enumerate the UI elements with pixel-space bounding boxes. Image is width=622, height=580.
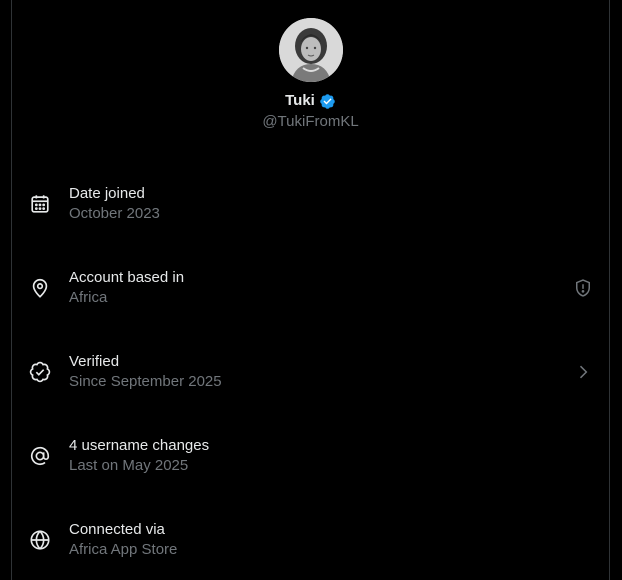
row-connected-via: Connected via Africa App Store xyxy=(12,508,609,572)
row-text: Date joined October 2023 xyxy=(69,184,160,224)
row-username-changes: 4 username changes Last on May 2025 xyxy=(12,424,609,488)
row-subtitle: Since September 2025 xyxy=(69,373,222,390)
row-title: Account based in xyxy=(69,269,185,286)
row-subtitle: October 2023 xyxy=(69,205,160,222)
verified-check-icon xyxy=(29,361,51,383)
calendar-icon xyxy=(29,193,51,215)
chevron-right-icon[interactable] xyxy=(573,362,593,382)
row-subtitle: Africa xyxy=(69,289,108,306)
row-text: Account based in Africa xyxy=(69,268,184,308)
about-account-panel: Tuki @TukiFromKL Date joined October 202… xyxy=(11,0,610,580)
row-text: Verified Since September 2025 xyxy=(69,352,222,392)
row-subtitle: Last on May 2025 xyxy=(69,457,189,474)
row-account-based-in: Account based in Africa xyxy=(12,256,609,320)
row-title: 4 username changes xyxy=(69,437,210,454)
shield-alert-icon[interactable] xyxy=(573,278,593,298)
username-handle: @TukiFromKL xyxy=(262,113,359,130)
display-name: Tuki xyxy=(285,92,315,109)
row-title: Verified xyxy=(69,353,120,370)
display-name-row: Tuki xyxy=(12,91,609,111)
row-subtitle: Africa App Store xyxy=(69,541,178,558)
row-date-joined: Date joined October 2023 xyxy=(12,172,609,236)
location-pin-icon xyxy=(29,277,51,299)
row-title: Date joined xyxy=(69,185,145,202)
verified-badge-icon xyxy=(319,93,336,110)
at-sign-icon xyxy=(29,445,51,467)
avatar-portrait xyxy=(279,18,343,82)
globe-icon xyxy=(29,529,51,551)
row-text: Connected via Africa App Store xyxy=(69,520,177,560)
row-text: 4 username changes Last on May 2025 xyxy=(69,436,209,476)
row-title: Connected via xyxy=(69,521,165,538)
avatar[interactable] xyxy=(279,18,343,82)
row-verified[interactable]: Verified Since September 2025 xyxy=(12,340,609,404)
